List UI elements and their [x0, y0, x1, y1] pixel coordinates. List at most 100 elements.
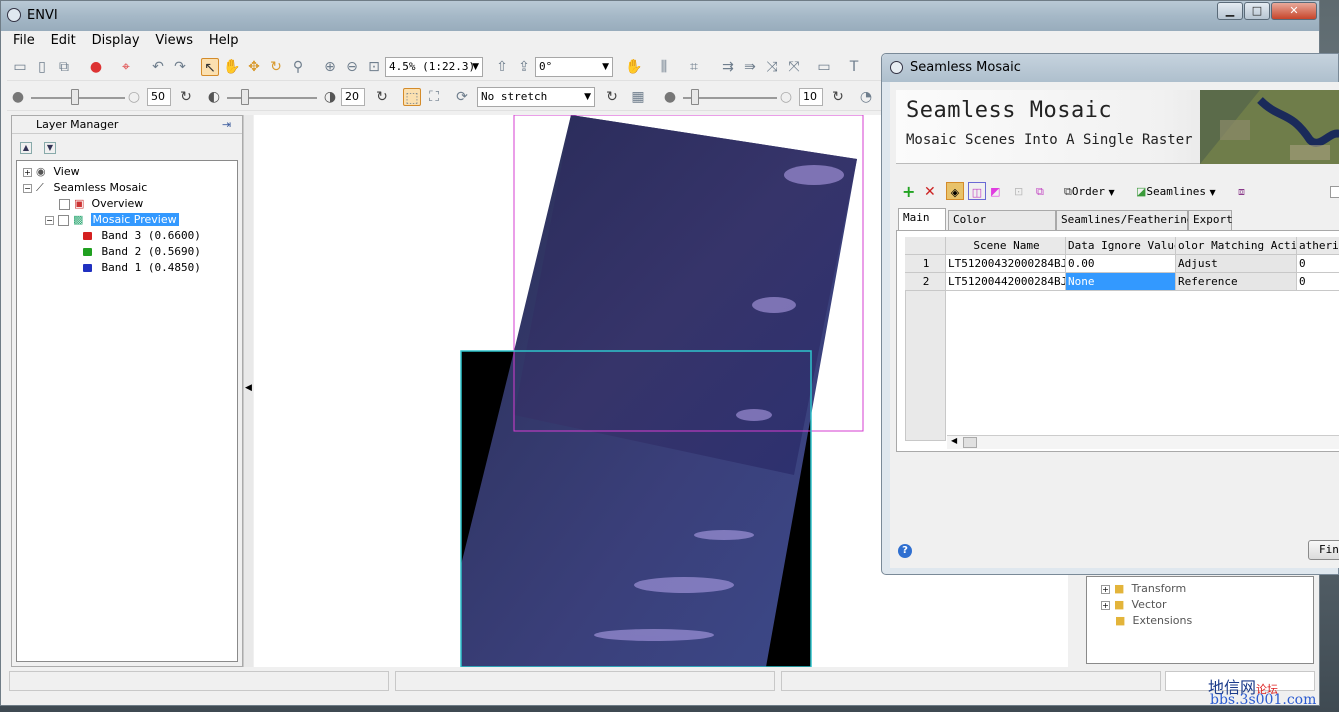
- panel-splitter[interactable]: ◀: [243, 115, 253, 667]
- feathering-cell[interactable]: 0: [1297, 255, 1339, 273]
- col-data-ignore[interactable]: Data Ignore Value: [1066, 237, 1176, 255]
- contrast-value[interactable]: 20: [341, 88, 365, 106]
- expand-all-icon[interactable]: ▼: [44, 142, 56, 154]
- zoom-combo[interactable]: 4.5% (1:22.3) ▼: [385, 57, 483, 77]
- option-checkbox[interactable]: [1330, 186, 1339, 198]
- horizontal-scrollbar[interactable]: ◀: [947, 435, 1339, 449]
- col-scene-name[interactable]: Scene Name: [946, 237, 1066, 255]
- reset-stretch-icon[interactable]: ↻: [603, 88, 621, 106]
- order-menu[interactable]: ⧉Order ▼: [1064, 182, 1115, 202]
- brightness-value[interactable]: 50: [147, 88, 171, 106]
- toolbox-item-extensions[interactable]: ■ Extensions: [1115, 613, 1192, 628]
- tree-item-view[interactable]: + ◉ View: [23, 164, 80, 179]
- show-preview-icon[interactable]: ◈: [946, 182, 964, 200]
- rotate-view-icon[interactable]: ⇪: [515, 58, 533, 76]
- arrange-icon[interactable]: ⧉: [1036, 182, 1044, 202]
- seamlines-menu[interactable]: ◪Seamlines ▼: [1136, 182, 1216, 202]
- row-number[interactable]: 1: [905, 255, 946, 273]
- overview-checkbox[interactable]: [59, 198, 70, 210]
- rotate-icon[interactable]: ↻: [267, 58, 285, 76]
- vector-icon[interactable]: ⫼: [655, 58, 673, 76]
- menu-edit[interactable]: Edit: [45, 31, 82, 50]
- tree-item-band-2[interactable]: Band 2 (0.5690): [83, 244, 201, 259]
- scroll-left-icon[interactable]: ◀: [951, 436, 957, 445]
- expand-icon[interactable]: +: [1101, 584, 1110, 594]
- sharpen-value[interactable]: 10: [799, 88, 823, 106]
- remove-scenes-icon[interactable]: ✕: [924, 182, 936, 202]
- tree-item-overview[interactable]: ▣ Overview: [59, 196, 143, 211]
- pin-icon[interactable]: ●: [87, 58, 105, 76]
- row-number[interactable]: 2: [905, 273, 946, 291]
- toolbox-item-transform[interactable]: + ■ Transform: [1101, 581, 1186, 596]
- collapse-icon[interactable]: −: [23, 183, 32, 193]
- col-feathering[interactable]: atherin: [1297, 237, 1339, 255]
- contrast-slider[interactable]: [241, 89, 249, 105]
- clip-icon[interactable]: ⧈: [1238, 182, 1245, 202]
- scene-name-cell[interactable]: LT51200442000284BJC0: [946, 273, 1066, 291]
- portal-icon[interactable]: ⛶: [425, 88, 443, 106]
- collapse-icon[interactable]: −: [45, 215, 54, 225]
- tree-item-band-1[interactable]: Band 1 (0.4850): [83, 260, 201, 275]
- refresh-icon[interactable]: ⟳: [453, 88, 471, 106]
- zoom-out-icon[interactable]: ⊖: [343, 58, 361, 76]
- histogram-icon[interactable]: ▦: [629, 88, 647, 106]
- crosshair-icon[interactable]: ⌖: [117, 58, 135, 76]
- add-scenes-icon[interactable]: +: [902, 182, 915, 202]
- measure-icon[interactable]: ⌗: [685, 58, 703, 76]
- menu-display[interactable]: Display: [86, 31, 146, 50]
- finish-button[interactable]: Fin: [1308, 540, 1339, 560]
- menu-file[interactable]: File: [7, 31, 41, 50]
- tree-item-mosaic-preview[interactable]: − ▩ Mosaic Preview: [45, 212, 179, 227]
- reset-brightness-icon[interactable]: ↻: [177, 88, 195, 106]
- mosaic-preview-checkbox[interactable]: [58, 214, 69, 226]
- dock-icon[interactable]: ⇥: [222, 118, 231, 131]
- show-footprint-icon[interactable]: ◫: [968, 182, 986, 200]
- feathering-cell[interactable]: 0: [1297, 273, 1339, 291]
- sharpen-slider[interactable]: [691, 89, 699, 105]
- zoom-in-icon[interactable]: ⊕: [321, 58, 339, 76]
- full-extent-icon[interactable]: ⬚: [403, 88, 421, 106]
- color-matching-cell[interactable]: Reference: [1176, 273, 1297, 291]
- pan-icon[interactable]: ✋: [223, 58, 241, 76]
- color-matching-cell[interactable]: Adjust: [1176, 255, 1297, 273]
- tab-export[interactable]: Export: [1188, 210, 1233, 230]
- close-button[interactable]: ✕: [1271, 2, 1317, 20]
- tab-seamlines-feathering[interactable]: Seamlines/Feathering: [1056, 210, 1193, 230]
- data-ignore-cell[interactable]: 0.00: [1066, 255, 1176, 273]
- scene-name-cell[interactable]: LT51200432000284BJC0: [946, 255, 1066, 273]
- open-icon[interactable]: ▭: [11, 58, 29, 76]
- menu-help[interactable]: Help: [203, 31, 245, 50]
- new-icon[interactable]: ▯: [33, 58, 51, 76]
- ruler-icon[interactable]: ▭: [815, 58, 833, 76]
- toolbox-item-vector[interactable]: + ■ Vector: [1101, 597, 1167, 612]
- undo-icon[interactable]: ↶: [149, 58, 167, 76]
- tree-item-band-3[interactable]: Band 3 (0.6600): [83, 228, 201, 243]
- arrow-icon[interactable]: ⇉: [719, 58, 737, 76]
- transparency-icon[interactable]: ◔: [857, 88, 875, 106]
- collapse-left-icon[interactable]: ◀: [245, 383, 252, 393]
- reset-contrast-icon[interactable]: ↻: [373, 88, 391, 106]
- rotation-combo[interactable]: 0° ▼: [535, 57, 613, 77]
- zoom-icon[interactable]: ⚲: [289, 58, 307, 76]
- polygon-icon[interactable]: ⤨: [763, 58, 781, 76]
- expand-icon[interactable]: +: [1101, 600, 1110, 610]
- minimize-button[interactable]: ▁: [1217, 2, 1243, 20]
- select-icon[interactable]: ↖: [201, 58, 219, 76]
- data-ignore-cell-selected[interactable]: None: [1066, 273, 1176, 291]
- annotation-icon[interactable]: ✋: [625, 58, 643, 76]
- fly-icon[interactable]: ✥: [245, 58, 263, 76]
- expand-icon[interactable]: +: [23, 167, 32, 177]
- help-icon[interactable]: ?: [898, 544, 912, 558]
- tab-main[interactable]: Main: [898, 208, 946, 231]
- maximize-button[interactable]: □: [1244, 2, 1270, 20]
- redo-icon[interactable]: ↷: [171, 58, 189, 76]
- collapse-all-icon[interactable]: ▲: [20, 142, 32, 154]
- stretch-combo[interactable]: No stretch ▼: [477, 87, 595, 107]
- col-color-matching[interactable]: olor Matching Actio: [1176, 237, 1297, 255]
- zoom-fit-icon[interactable]: ⊡: [365, 58, 383, 76]
- polyline-icon[interactable]: ⇛: [741, 58, 759, 76]
- scroll-thumb[interactable]: [963, 437, 977, 448]
- tree-item-seamless-mosaic[interactable]: − ⟋ Seamless Mosaic: [23, 180, 147, 195]
- north-up-icon[interactable]: ⇧: [493, 58, 511, 76]
- text-icon[interactable]: T: [845, 58, 863, 76]
